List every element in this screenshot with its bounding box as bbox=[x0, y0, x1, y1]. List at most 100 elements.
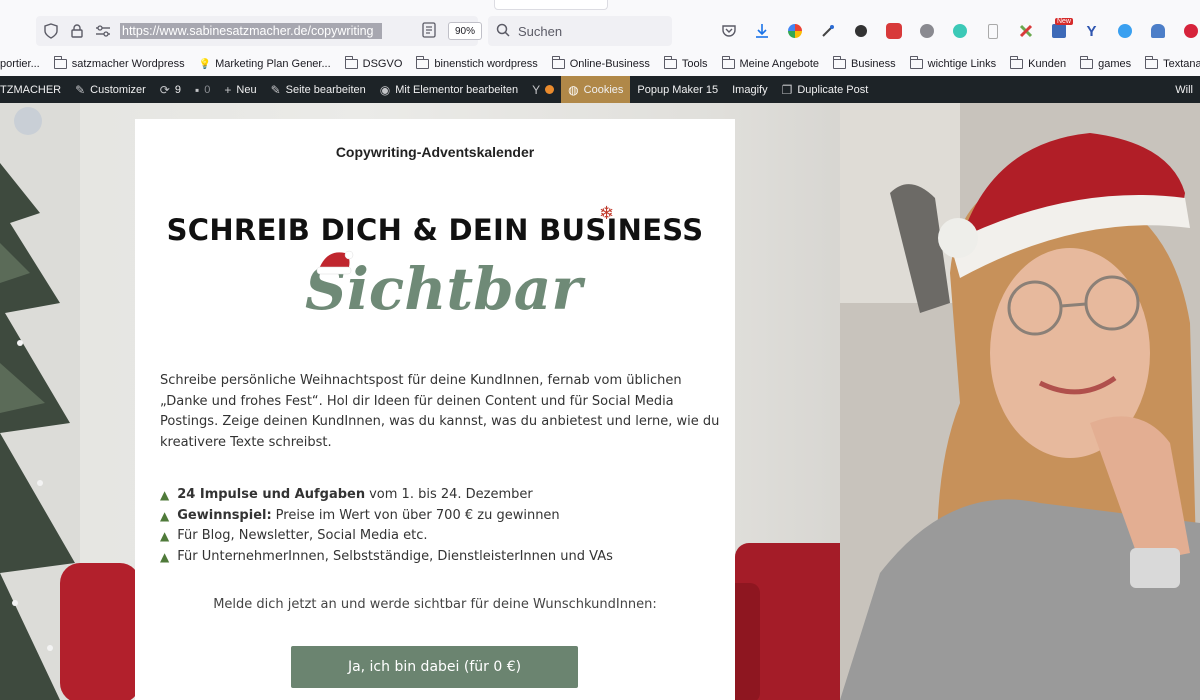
yoast-icon: Y bbox=[532, 82, 541, 97]
extension-icon[interactable] bbox=[844, 20, 877, 42]
seo-status-dot bbox=[545, 85, 555, 94]
card-headline: SCHREIB DICH & DEIN BUSINESS bbox=[166, 213, 704, 247]
adblock-icon[interactable] bbox=[877, 20, 910, 42]
lock-icon[interactable] bbox=[66, 20, 88, 42]
elementor-label: Mit Elementor bearbeiten bbox=[395, 83, 519, 96]
benefit-text: vom 1. bis 24. Dezember bbox=[369, 487, 533, 502]
brush-icon: ✎ bbox=[75, 82, 86, 97]
bookmark-item[interactable]: Online-Business bbox=[551, 56, 650, 70]
bookmark-item[interactable]: games bbox=[1080, 56, 1131, 70]
comment-icon: ▪ bbox=[194, 82, 200, 97]
cookies-label: Cookies bbox=[583, 83, 624, 96]
pencil-icon: ✎ bbox=[270, 82, 281, 97]
bookmark-item[interactable]: DSGVO bbox=[344, 56, 403, 70]
url-bar[interactable]: https://www.sabinesatzmacher.de/copywrit… bbox=[36, 16, 509, 46]
admin-cookies[interactable]: ◍ Cookies bbox=[561, 76, 631, 103]
edit-page-label: Seite bearbeiten bbox=[285, 83, 366, 96]
bookmark-item[interactable]: binenstich wordpress bbox=[416, 56, 538, 70]
admin-yoast[interactable]: Y bbox=[525, 76, 561, 103]
search-bar[interactable]: Suchen bbox=[488, 16, 672, 46]
settings-icon[interactable] bbox=[910, 20, 943, 42]
reader-view-icon[interactable] bbox=[422, 22, 436, 41]
bookmark-item[interactable]: Kunden bbox=[1010, 56, 1067, 70]
eyedropper-icon[interactable] bbox=[811, 20, 844, 42]
search-icon bbox=[496, 23, 510, 40]
bulb-icon: 💡 bbox=[198, 58, 212, 70]
bookmarks-bar: portier... satzmacher Wordpress 💡 Marketing… bbox=[0, 52, 1200, 76]
search-placeholder: Suchen bbox=[518, 23, 563, 39]
duplicate-label: Duplicate Post bbox=[797, 83, 869, 96]
pinterest-icon[interactable] bbox=[1174, 20, 1200, 42]
elementor-icon: ◉ bbox=[379, 82, 391, 97]
admin-popup-maker[interactable]: Popup Maker 15 bbox=[630, 76, 725, 103]
plus-icon: + bbox=[224, 82, 232, 97]
news-icon[interactable]: New bbox=[1042, 18, 1075, 42]
folder-icon bbox=[416, 56, 430, 69]
admin-duplicate-post[interactable]: ❐ Duplicate Post bbox=[775, 76, 876, 103]
new-label: Neu bbox=[236, 83, 257, 96]
card-kicker: Copywriting-Adventskalender bbox=[335, 144, 535, 160]
tree-icon: ▲ bbox=[160, 488, 170, 502]
tab-strip-stub bbox=[494, 0, 608, 10]
santa-hat-icon bbox=[316, 250, 354, 275]
card-description: Schreibe persönliche Weihnachtspost für … bbox=[160, 373, 720, 450]
url-text[interactable]: https://www.sabinesatzmacher.de/copywrit… bbox=[120, 23, 382, 39]
folder-icon bbox=[833, 56, 847, 69]
bookmark-item[interactable]: Meine Angebote bbox=[721, 56, 820, 70]
folder-icon bbox=[551, 56, 565, 69]
admin-user[interactable]: Will bbox=[1168, 76, 1200, 103]
admin-imagify[interactable]: Imagify bbox=[725, 76, 774, 103]
bookmark-item[interactable]: 💡 Marketing Plan Gener... bbox=[199, 58, 331, 70]
bookmark-label: satzmacher Wordpress bbox=[71, 58, 185, 70]
bookmark-label: DSGVO bbox=[362, 58, 403, 70]
tree-icon: ▲ bbox=[160, 529, 170, 543]
admin-updates[interactable]: ⟳ 9 bbox=[153, 76, 188, 103]
benefit-list: ▲ 24 Impulse und Aufgaben vom 1. bis 24. D… bbox=[160, 485, 720, 567]
phone-icon[interactable] bbox=[976, 20, 1009, 42]
download-icon[interactable] bbox=[745, 20, 778, 42]
updates-icon: ⟳ bbox=[159, 82, 170, 97]
cookie-icon: ◍ bbox=[568, 82, 579, 97]
person-photo bbox=[840, 103, 1200, 700]
signup-card: Copywriting-Adventskalender ❄ SCHREIB DI… bbox=[135, 119, 735, 700]
bookmark-item[interactable]: portier... bbox=[0, 58, 40, 70]
benefit-item: ▲ Für Blog, Newsletter, Social Media etc. bbox=[160, 526, 720, 547]
y-icon[interactable]: Y bbox=[1075, 20, 1108, 42]
zoom-level[interactable]: 90% bbox=[448, 22, 482, 40]
bookmark-item[interactable]: Textanalyse bbox=[1145, 56, 1200, 70]
bookmark-item[interactable]: satzmacher Wordpress bbox=[53, 56, 185, 70]
google-icon[interactable] bbox=[778, 20, 811, 42]
bookmark-label: Textanalyse bbox=[1163, 58, 1200, 70]
puzzle-icon[interactable] bbox=[1009, 20, 1042, 42]
benefit-bold: 24 Impulse und Aufgaben bbox=[177, 487, 366, 502]
pocket-icon[interactable] bbox=[712, 20, 745, 42]
benefit-text: Für UnternehmerInnen, Selbstständige, Di… bbox=[177, 548, 613, 564]
signup-button[interactable]: Ja, ich bin dabei (für 0 €) bbox=[291, 646, 578, 688]
shield-icon[interactable] bbox=[40, 20, 62, 42]
bookmark-label: Tools bbox=[681, 58, 708, 70]
bookmark-item[interactable]: wichtige Links bbox=[909, 56, 997, 70]
tree-icon: ▲ bbox=[160, 508, 170, 523]
hero-section: Copywriting-Adventskalender ❄ SCHREIB DI… bbox=[0, 103, 1200, 700]
m-icon[interactable] bbox=[943, 20, 976, 42]
admin-site-name[interactable]: TZMACHER bbox=[0, 76, 68, 103]
admin-elementor[interactable]: ◉ Mit Elementor bearbeiten bbox=[373, 76, 525, 103]
refresh-icon[interactable] bbox=[1108, 20, 1141, 42]
permissions-icon[interactable] bbox=[92, 20, 114, 42]
folder-icon bbox=[1010, 56, 1024, 69]
admin-comments[interactable]: ▪ 0 bbox=[188, 76, 217, 103]
wp-admin-bar: TZMACHER ✎ Customizer ⟳ 9 ▪ 0 + Neu ✎ Se… bbox=[0, 76, 1200, 103]
bookmark-label: Meine Angebote bbox=[739, 58, 820, 70]
benefit-bold: Gewinnspiel: bbox=[177, 507, 272, 523]
bookmark-item[interactable]: Business bbox=[833, 56, 896, 70]
bookmark-label: binenstich wordpress bbox=[434, 58, 538, 70]
admin-new[interactable]: + Neu bbox=[217, 76, 263, 103]
folder-icon bbox=[1080, 56, 1094, 69]
folder-icon bbox=[53, 56, 67, 69]
admin-edit-page[interactable]: ✎ Seite bearbeiten bbox=[264, 76, 373, 103]
admin-customizer[interactable]: ✎ Customizer bbox=[68, 76, 153, 103]
bookmark-label: Kunden bbox=[1028, 58, 1067, 70]
bookmark-item[interactable]: Tools bbox=[663, 56, 708, 70]
ghost-icon[interactable] bbox=[1141, 20, 1174, 42]
bookmark-label: wichtige Links bbox=[927, 58, 997, 70]
